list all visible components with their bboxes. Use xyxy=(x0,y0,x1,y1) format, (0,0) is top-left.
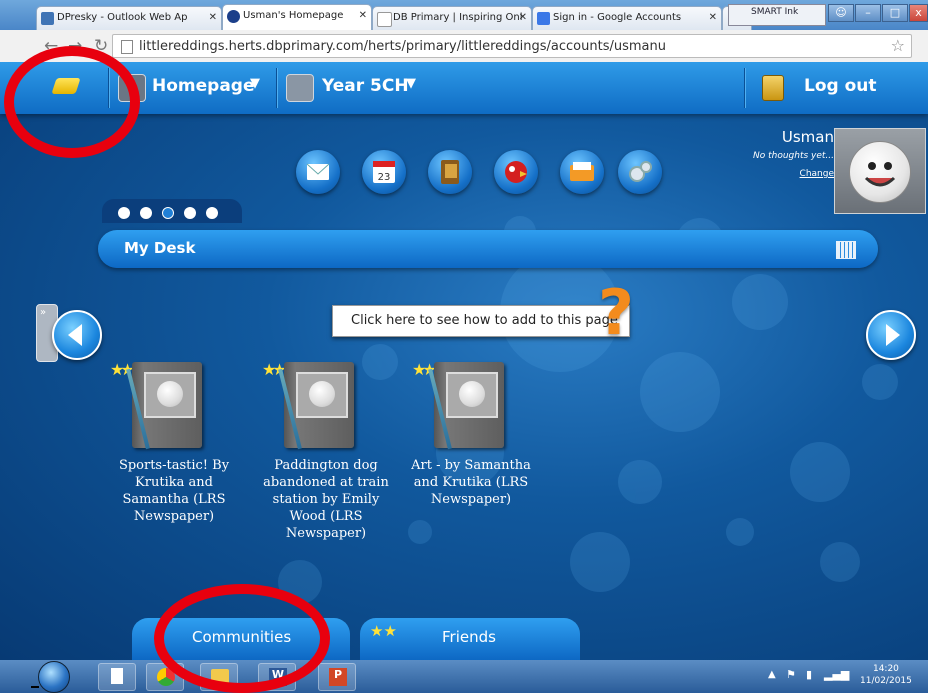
google-favicon-icon xyxy=(537,12,550,25)
maximize-button[interactable]: □ xyxy=(882,4,908,22)
tab-label: DPresky - Outlook Web Ap xyxy=(57,12,188,23)
profile-name: Usman xyxy=(781,128,834,146)
smart-ink-label: SMART Ink xyxy=(751,7,799,17)
stars-icon: ★★ xyxy=(370,622,397,640)
my-desk-header: My Desk xyxy=(98,230,878,268)
padlock-icon xyxy=(762,75,784,101)
page-favicon-icon xyxy=(377,12,392,27)
settings-icon[interactable] xyxy=(618,150,662,194)
tab-outlook[interactable]: DPresky - Outlook Web Ap ✕ xyxy=(36,6,222,30)
profile-info: Usman No thoughts yet... Change xyxy=(753,128,834,179)
carousel-dot[interactable] xyxy=(140,207,152,219)
homepage-dropdown[interactable]: Homepage xyxy=(152,76,255,96)
tray-arrow-icon[interactable]: ▲ xyxy=(768,669,776,680)
close-icon[interactable]: ✕ xyxy=(519,12,527,23)
desk-item-book[interactable]: ★★ xyxy=(262,360,362,450)
site-main: Homepage ▼ Year 5CH ▼ Log out Usman No t… xyxy=(0,62,928,660)
dbprimary-favicon-icon xyxy=(227,10,240,23)
user-icon[interactable]: ☺ xyxy=(828,4,854,22)
help-hint-button[interactable]: Click here to see how to add to this pag… xyxy=(332,305,630,337)
address-bar: ← → ↻ littlereddings.herts.dbprimary.com… xyxy=(0,30,928,82)
logout-button[interactable]: Log out xyxy=(804,76,877,96)
close-icon[interactable]: ✕ xyxy=(209,12,217,23)
tab-friends[interactable]: ★★ Friends xyxy=(360,618,580,660)
desk-item-book[interactable]: ★★ xyxy=(110,360,210,450)
browser-tab-strip: DPresky - Outlook Web Ap ✕ Usman's Homep… xyxy=(0,0,928,30)
annotation-circle-logo xyxy=(4,46,140,158)
profile-status: No thoughts yet... xyxy=(752,151,834,161)
book-title[interactable]: Art - by Samantha and Krutika (LRS Newsp… xyxy=(406,457,536,508)
class-dropdown[interactable]: Year 5CH xyxy=(322,76,409,96)
folder-icon[interactable] xyxy=(560,150,604,194)
taskbar-clock[interactable]: 14:20 11/02/2015 xyxy=(860,663,912,687)
window-close-button[interactable]: x xyxy=(909,4,928,22)
smart-ink-toolbar[interactable]: SMART Ink xyxy=(728,4,826,26)
url-input[interactable]: littlereddings.herts.dbprimary.com/herts… xyxy=(112,34,912,58)
clock-date: 11/02/2015 xyxy=(860,676,912,686)
annotation-circle-communities xyxy=(154,584,330,693)
minimize-button[interactable]: – xyxy=(855,4,881,22)
calendar-day: 23 xyxy=(378,172,391,183)
url-text: littlereddings.herts.dbprimary.com/herts… xyxy=(139,39,666,54)
battery-icon[interactable]: ▮ xyxy=(806,668,812,681)
tab-label: Sign in - Google Accounts xyxy=(553,12,682,23)
book-title[interactable]: Paddington dog abandoned at train statio… xyxy=(256,457,396,542)
my-desk-title: My Desk xyxy=(124,239,196,257)
carousel-dot[interactable] xyxy=(184,207,196,219)
divider xyxy=(31,686,39,688)
carousel-dot[interactable] xyxy=(206,207,218,219)
next-page-button[interactable] xyxy=(866,310,916,360)
question-mark-icon[interactable]: ? xyxy=(598,276,634,349)
close-icon[interactable]: ✕ xyxy=(709,12,717,23)
flag-icon[interactable]: ⚑ xyxy=(786,668,796,681)
file-icon[interactable] xyxy=(98,663,136,691)
book-icon[interactable] xyxy=(428,150,472,194)
tab-db-primary[interactable]: DB Primary | Inspiring Onl ✕ xyxy=(372,6,532,30)
previous-page-button[interactable] xyxy=(52,310,102,360)
powerpoint-icon[interactable]: P xyxy=(318,663,356,691)
signal-icon[interactable]: ▂▄▆ xyxy=(824,668,849,681)
chevron-down-icon[interactable]: ▼ xyxy=(250,76,260,91)
page-carousel-indicator xyxy=(102,199,242,223)
double-chevron-right-icon: » xyxy=(40,307,47,318)
class-icon xyxy=(286,74,314,102)
close-icon[interactable]: ✕ xyxy=(359,10,367,21)
smiley-avatar-icon xyxy=(849,141,911,203)
help-hint-text: Click here to see how to add to this pag… xyxy=(351,313,618,328)
desk-item-book[interactable]: ★★ xyxy=(412,360,512,450)
chevron-down-icon[interactable]: ▼ xyxy=(406,76,416,91)
bookmark-star-icon[interactable]: ☆ xyxy=(891,36,905,55)
outlook-favicon-icon xyxy=(41,12,54,25)
start-button-icon[interactable] xyxy=(38,661,70,693)
book-title[interactable]: Sports-tastic! By Krutika and Samantha (… xyxy=(104,457,244,525)
parrot-icon[interactable] xyxy=(494,150,538,194)
tab-usmans-homepage[interactable]: Usman's Homepage ✕ xyxy=(222,4,372,30)
avatar[interactable] xyxy=(834,128,926,214)
clock-time: 14:20 xyxy=(872,664,899,674)
tab-label: DB Primary | Inspiring Onl xyxy=(393,12,523,23)
grid-view-icon[interactable] xyxy=(836,241,856,259)
calendar-icon[interactable]: 23 xyxy=(362,150,406,194)
friends-label: Friends xyxy=(442,628,496,646)
tab-label: Usman's Homepage xyxy=(243,10,344,21)
tab-google-sign-in[interactable]: Sign in - Google Accounts ✕ xyxy=(532,6,722,30)
carousel-dot-active[interactable] xyxy=(162,207,174,219)
page-icon xyxy=(121,40,133,54)
carousel-dot[interactable] xyxy=(118,207,130,219)
mail-icon[interactable] xyxy=(296,150,340,194)
change-status-link[interactable]: Change xyxy=(753,169,834,179)
